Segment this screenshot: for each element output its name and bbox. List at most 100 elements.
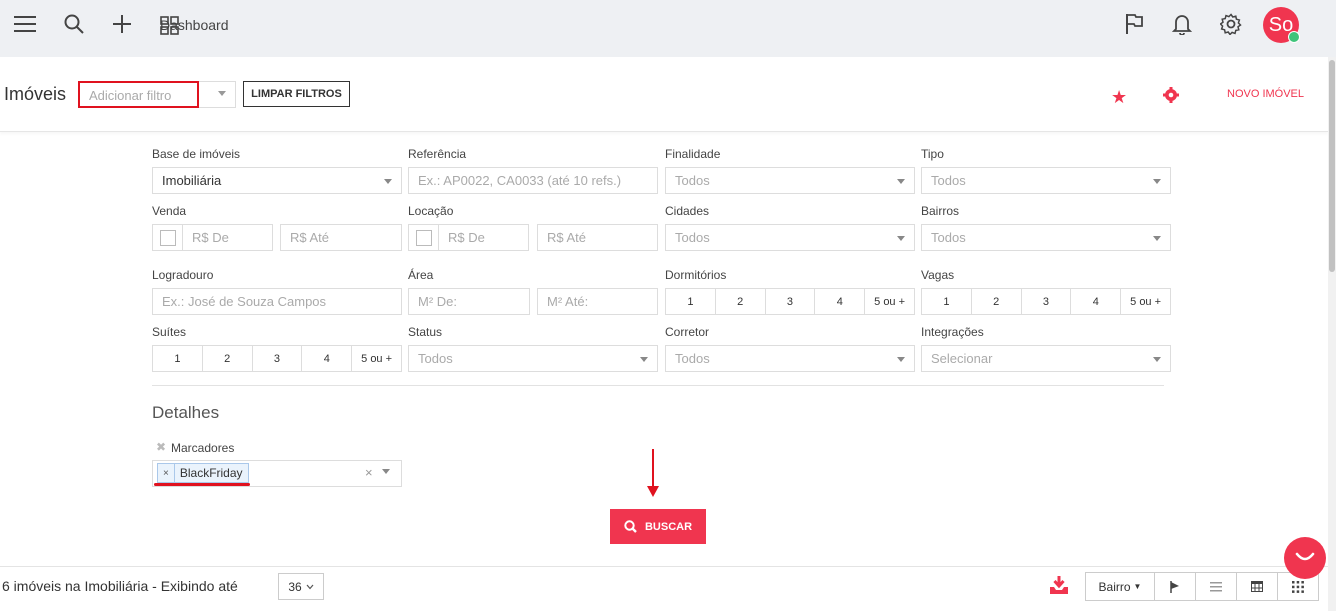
search-icon[interactable] — [60, 10, 88, 38]
cidades-select[interactable]: Todos — [665, 224, 915, 251]
tipo-select[interactable]: Todos — [921, 167, 1171, 194]
dormitorios-option-3[interactable]: 3 — [764, 288, 816, 315]
vagas-selector: 1 2 3 4 5 ou + — [921, 288, 1171, 315]
gear-icon[interactable] — [1217, 10, 1245, 38]
locacao-label: Locação — [408, 204, 454, 218]
scrollbar-thumb[interactable] — [1329, 60, 1335, 272]
venda-to-input[interactable]: R$ Até — [280, 224, 402, 251]
map-view-button[interactable] — [1154, 572, 1196, 601]
flag-icon[interactable] — [1120, 10, 1148, 38]
dormitorios-option-2[interactable]: 2 — [714, 288, 766, 315]
status-select[interactable]: Todos — [408, 345, 658, 372]
corretor-select[interactable]: Todos — [665, 345, 915, 372]
chevron-down-icon — [1153, 236, 1161, 241]
table-icon — [1251, 581, 1263, 592]
integracoes-value: Selecionar — [931, 351, 993, 366]
tipo-value: Todos — [931, 173, 966, 188]
suites-option-3[interactable]: 3 — [251, 345, 303, 372]
finalidade-value: Todos — [675, 173, 710, 188]
tipo-label: Tipo — [921, 147, 944, 161]
vagas-option-1[interactable]: 1 — [921, 288, 972, 315]
chevron-down-icon — [384, 179, 392, 184]
suites-option-5plus[interactable]: 5 ou + — [351, 345, 402, 372]
sort-label: Bairro — [1098, 579, 1131, 594]
chat-smile-icon — [1295, 552, 1315, 561]
vagas-label: Vagas — [921, 268, 955, 282]
online-status-dot — [1288, 31, 1300, 43]
search-icon — [624, 520, 637, 533]
corretor-value: Todos — [675, 351, 710, 366]
dormitorios-label: Dormitórios — [665, 268, 727, 282]
annotation-arrow-head — [647, 486, 659, 497]
dormitorios-option-5plus[interactable]: 5 ou + — [864, 288, 915, 315]
venda-checkbox[interactable] — [160, 230, 176, 246]
results-count: 6 imóveis na Imobiliária - Exibindo até — [2, 578, 238, 594]
chevron-down-icon — [897, 357, 905, 362]
integracoes-select[interactable]: Selecionar — [921, 345, 1171, 372]
star-icon[interactable]: ★ — [1111, 87, 1127, 108]
area-to-input[interactable]: M² Até: — [537, 288, 658, 315]
dormitorios-selector: 1 2 3 4 5 ou + — [665, 288, 915, 315]
dormitorios-option-1[interactable]: 1 — [665, 288, 716, 315]
cidades-label: Cidades — [665, 204, 710, 218]
annotation-underline — [154, 483, 250, 486]
logradouro-input[interactable]: Ex.: José de Souza Campos — [152, 288, 402, 315]
search-button[interactable]: BUSCAR — [610, 509, 706, 544]
menu-icon[interactable] — [11, 10, 39, 38]
dormitorios-option-4[interactable]: 4 — [814, 288, 866, 315]
dashboard-label: Dashboard — [160, 17, 229, 33]
cidades-value: Todos — [675, 230, 710, 245]
chevron-down-icon — [640, 357, 648, 362]
vagas-option-4[interactable]: 4 — [1070, 288, 1122, 315]
chevron-down-icon — [1153, 179, 1161, 184]
download-icon[interactable] — [1049, 576, 1069, 597]
bell-icon[interactable] — [1168, 10, 1196, 38]
per-page-value: 36 — [288, 579, 302, 594]
integracoes-label: Integrações — [921, 325, 984, 339]
locacao-from-input[interactable]: R$ De — [438, 224, 529, 251]
base-value: Imobiliária — [162, 173, 222, 188]
clear-icon[interactable]: × — [365, 465, 373, 480]
chevron-down-icon — [897, 236, 905, 241]
vagas-option-2[interactable]: 2 — [970, 288, 1022, 315]
suites-option-4[interactable]: 4 — [301, 345, 353, 372]
venda-from-input[interactable]: R$ De — [182, 224, 273, 251]
settings-gear-icon[interactable] — [1163, 87, 1179, 106]
caret-down-icon: ▼ — [1133, 582, 1142, 591]
venda-label: Venda — [152, 204, 187, 218]
area-from-input[interactable]: M² De: — [408, 288, 530, 315]
list-icon — [1210, 581, 1222, 591]
vagas-option-5plus[interactable]: 5 ou + — [1120, 288, 1171, 315]
base-select[interactable]: Imobiliária — [152, 167, 402, 194]
status-value: Todos — [418, 351, 453, 366]
new-property-link[interactable]: NOVO IMÓVEL — [1227, 88, 1304, 100]
per-page-select[interactable]: 36 — [278, 573, 324, 600]
referencia-input[interactable]: Ex.: AP0022, CA0033 (até 10 refs.) — [408, 167, 658, 194]
clear-filters-button[interactable]: LIMPAR FILTROS — [243, 81, 350, 107]
logradouro-label: Logradouro — [152, 268, 214, 282]
list-view-button[interactable] — [1195, 572, 1237, 601]
tag-label: BlackFriday — [179, 466, 243, 480]
marcadores-label: Marcadores — [171, 441, 235, 455]
vagas-option-3[interactable]: 3 — [1020, 288, 1072, 315]
chevron-down-icon[interactable] — [218, 91, 226, 96]
flag-icon — [1170, 580, 1179, 593]
bairros-select[interactable]: Todos — [921, 224, 1171, 251]
locacao-checkbox[interactable] — [416, 230, 432, 246]
tag-remove-icon[interactable]: × — [158, 464, 175, 482]
referencia-label: Referência — [408, 147, 467, 161]
chat-widget-button[interactable] — [1284, 537, 1326, 579]
suites-option-2[interactable]: 2 — [201, 345, 253, 372]
dashboard-link[interactable]: Dashboard — [160, 14, 229, 36]
tag-chip: × BlackFriday — [157, 463, 249, 483]
table-view-button[interactable] — [1236, 572, 1278, 601]
suites-option-1[interactable]: 1 — [152, 345, 203, 372]
add-filter-input[interactable]: Adicionar filtro — [78, 81, 199, 108]
locacao-to-input[interactable]: R$ Até — [537, 224, 658, 251]
finalidade-select[interactable]: Todos — [665, 167, 915, 194]
remove-filter-icon[interactable]: ✖ — [156, 440, 166, 454]
sort-dropdown[interactable]: Bairro ▼ — [1085, 572, 1155, 601]
search-button-label: BUSCAR — [644, 520, 693, 533]
plus-icon[interactable] — [108, 10, 136, 38]
chevron-down-icon[interactable] — [382, 469, 390, 474]
